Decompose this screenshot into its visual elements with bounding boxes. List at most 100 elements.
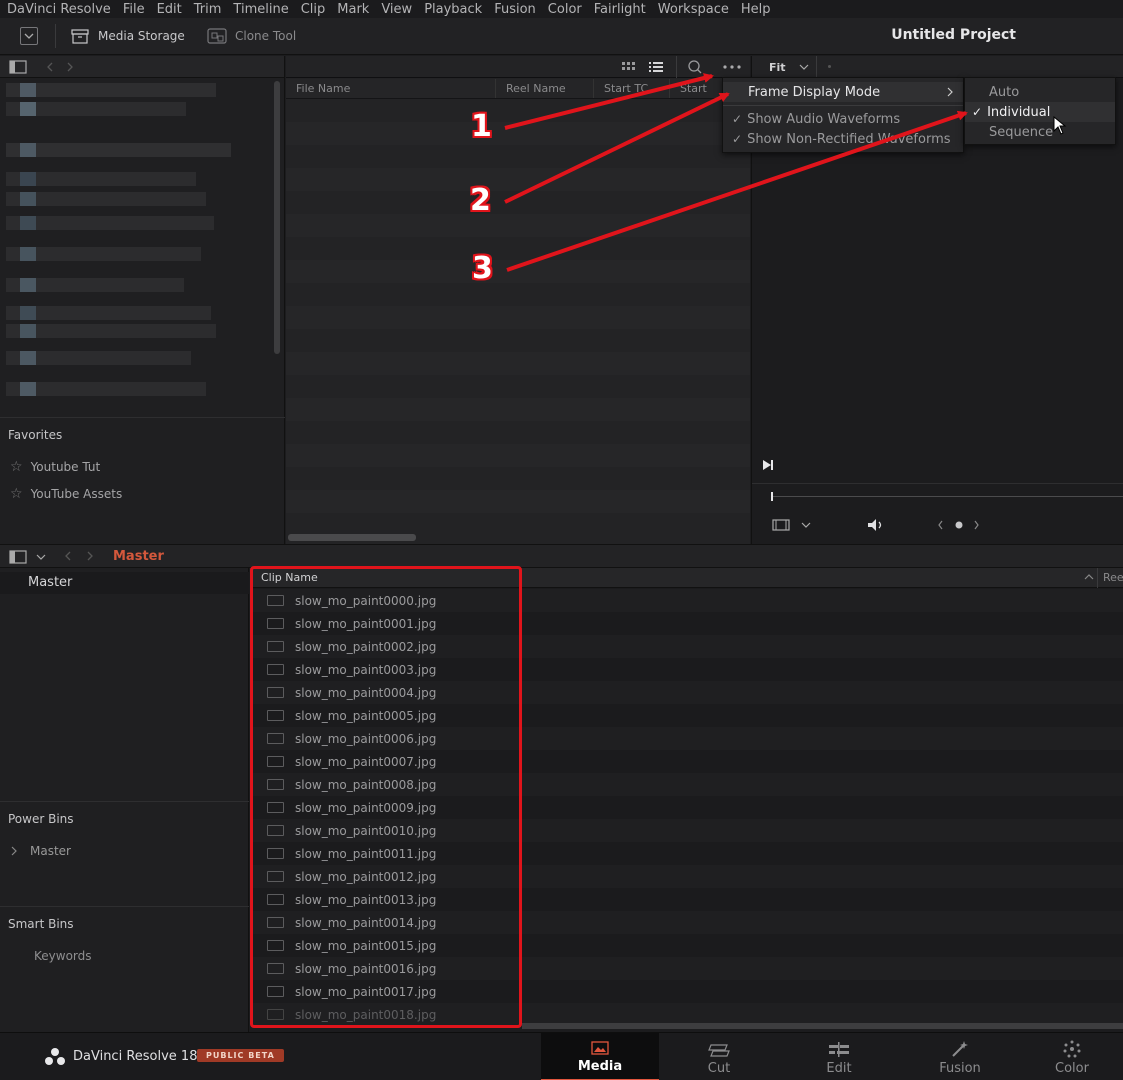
menu-show-non-rectified-waveforms[interactable]: ✓ Show Non-Rectified Waveforms: [723, 129, 963, 149]
divider: [0, 801, 249, 802]
davinci-logo-icon: [45, 1048, 65, 1065]
favorite-item[interactable]: ☆ YouTube Assets: [10, 486, 122, 502]
file-toolbar: [286, 56, 750, 78]
scrollbar[interactable]: [274, 81, 280, 354]
checkmark-icon: ✓: [972, 105, 983, 119]
zoom-label: Fit: [769, 60, 786, 74]
playhead[interactable]: [771, 492, 773, 501]
grid-view-icon[interactable]: [621, 60, 637, 74]
list-view-icon[interactable]: [648, 60, 664, 74]
menu-trim[interactable]: Trim: [188, 2, 228, 17]
zoom-dropdown[interactable]: Fit: [752, 56, 817, 78]
smart-bins-title: Smart Bins: [8, 917, 74, 931]
menu-help[interactable]: Help: [735, 2, 777, 17]
smart-bin-keywords[interactable]: Keywords: [34, 949, 92, 963]
power-bins-title: Power Bins: [8, 812, 74, 826]
menu-individual[interactable]: ✓ Individual: [965, 102, 1115, 122]
chevron-down-icon: [24, 33, 34, 39]
media-storage-button[interactable]: Media Storage: [70, 28, 185, 44]
film-icon[interactable]: [772, 518, 792, 532]
column-reel-name[interactable]: Reel Name: [496, 79, 594, 98]
horizontal-scrollbar[interactable]: [288, 534, 416, 541]
menu-color[interactable]: Color: [542, 2, 588, 17]
chevron-down-icon: [799, 64, 808, 70]
tab-cut[interactable]: Cut: [660, 1033, 778, 1080]
fusion-page-icon: [952, 1041, 968, 1057]
menu-mark[interactable]: Mark: [331, 2, 375, 17]
nav-dots-icon[interactable]: [937, 519, 981, 531]
tab-label: Media: [577, 1059, 623, 1074]
menu-clip[interactable]: Clip: [295, 2, 332, 17]
power-bin-master[interactable]: Master: [10, 844, 71, 858]
menu-timeline[interactable]: Timeline: [227, 2, 294, 17]
highlight-box: [250, 566, 522, 1028]
bin-master-row[interactable]: Master: [0, 572, 249, 594]
chevron-down-icon[interactable]: [800, 520, 812, 530]
checkmark-icon: ✓: [732, 112, 743, 126]
divider: [723, 105, 963, 106]
chevron-down-icon[interactable]: [35, 552, 47, 562]
bin-sidebar: Master Power Bins Master Smart Bins Keyw…: [0, 568, 249, 1032]
more-options-icon[interactable]: [722, 62, 742, 72]
media-storage-label: Media Storage: [98, 29, 185, 43]
app-name: DaVinci Resolve 18: [73, 1049, 198, 1064]
back-icon[interactable]: [63, 550, 73, 562]
toolbar: Media Storage Clone Tool Untitled Projec…: [0, 18, 1123, 55]
breadcrumb[interactable]: Master: [113, 549, 164, 564]
column-reel[interactable]: Ree: [1103, 571, 1123, 584]
star-icon: ☆: [10, 459, 23, 475]
tab-fusion[interactable]: Fusion: [901, 1033, 1019, 1080]
divider: [0, 417, 285, 418]
tab-color[interactable]: Color: [1021, 1033, 1123, 1080]
favorite-label: Youtube Tut: [30, 460, 101, 474]
menu-file[interactable]: File: [117, 2, 151, 17]
forward-icon[interactable]: [65, 61, 75, 73]
annotation-number: 2: [470, 183, 491, 218]
tab-label: Cut: [707, 1061, 731, 1076]
menu-fusion[interactable]: Fusion: [488, 2, 542, 17]
menu-show-audio-waveforms[interactable]: ✓ Show Audio Waveforms: [723, 109, 963, 129]
clone-tool-button[interactable]: Clone Tool: [207, 28, 296, 44]
menu-view[interactable]: View: [375, 2, 418, 17]
annotation-number: 1: [471, 109, 492, 144]
menu-frame-display-mode[interactable]: Frame Display Mode: [723, 82, 963, 102]
more-options-menu: Frame Display Mode ✓ Show Audio Waveform…: [722, 77, 964, 153]
menu-label: Show Non-Rectified Waveforms: [747, 131, 951, 147]
favorite-item[interactable]: ☆ Youtube Tut: [10, 459, 100, 475]
menu-playback[interactable]: Playback: [418, 2, 488, 17]
forward-icon[interactable]: [85, 550, 95, 562]
column-start-tc[interactable]: Start TC: [594, 79, 670, 98]
archive-icon: [71, 29, 89, 44]
tab-media[interactable]: Media: [541, 1033, 659, 1080]
menu-label: Frame Display Mode: [748, 84, 881, 100]
frame-display-submenu: Auto ✓ Individual Sequence: [964, 77, 1116, 145]
divider: [55, 24, 56, 48]
menu-fairlight[interactable]: Fairlight: [588, 2, 652, 17]
tab-label: Edit: [826, 1061, 852, 1076]
checkmark-icon: ✓: [732, 132, 743, 146]
sort-ascending-icon[interactable]: [1084, 573, 1094, 581]
column-file-name[interactable]: File Name: [286, 79, 496, 98]
play-next-icon[interactable]: [761, 458, 775, 472]
horizontal-scrollbar[interactable]: [522, 1023, 1123, 1029]
menu-auto[interactable]: Auto: [965, 82, 1115, 102]
menu-davinci-resolve[interactable]: DaVinci Resolve: [0, 2, 117, 17]
search-icon[interactable]: [687, 59, 703, 75]
divider: [0, 906, 249, 907]
menu-label: Show Audio Waveforms: [747, 111, 901, 127]
volume-icon[interactable]: [866, 517, 886, 533]
beta-badge: PUBLIC BETA: [197, 1049, 284, 1062]
file-list-header: File Name Reel Name Start TC Start: [286, 79, 750, 99]
project-title: Untitled Project: [891, 27, 1016, 43]
sidebar-toggle-icon[interactable]: [9, 550, 27, 564]
menu-workspace[interactable]: Workspace: [652, 2, 735, 17]
menu-edit[interactable]: Edit: [151, 2, 188, 17]
chevron-right-icon: [11, 846, 17, 856]
back-icon[interactable]: [45, 61, 55, 73]
tab-edit[interactable]: Edit: [780, 1033, 898, 1080]
sidebar-toggle-icon[interactable]: [9, 59, 27, 74]
scrubber-track[interactable]: [772, 496, 1123, 497]
menu-sequence[interactable]: Sequence: [965, 122, 1115, 142]
layout-dropdown-button[interactable]: [20, 27, 38, 45]
cursor-icon: [1053, 116, 1067, 135]
